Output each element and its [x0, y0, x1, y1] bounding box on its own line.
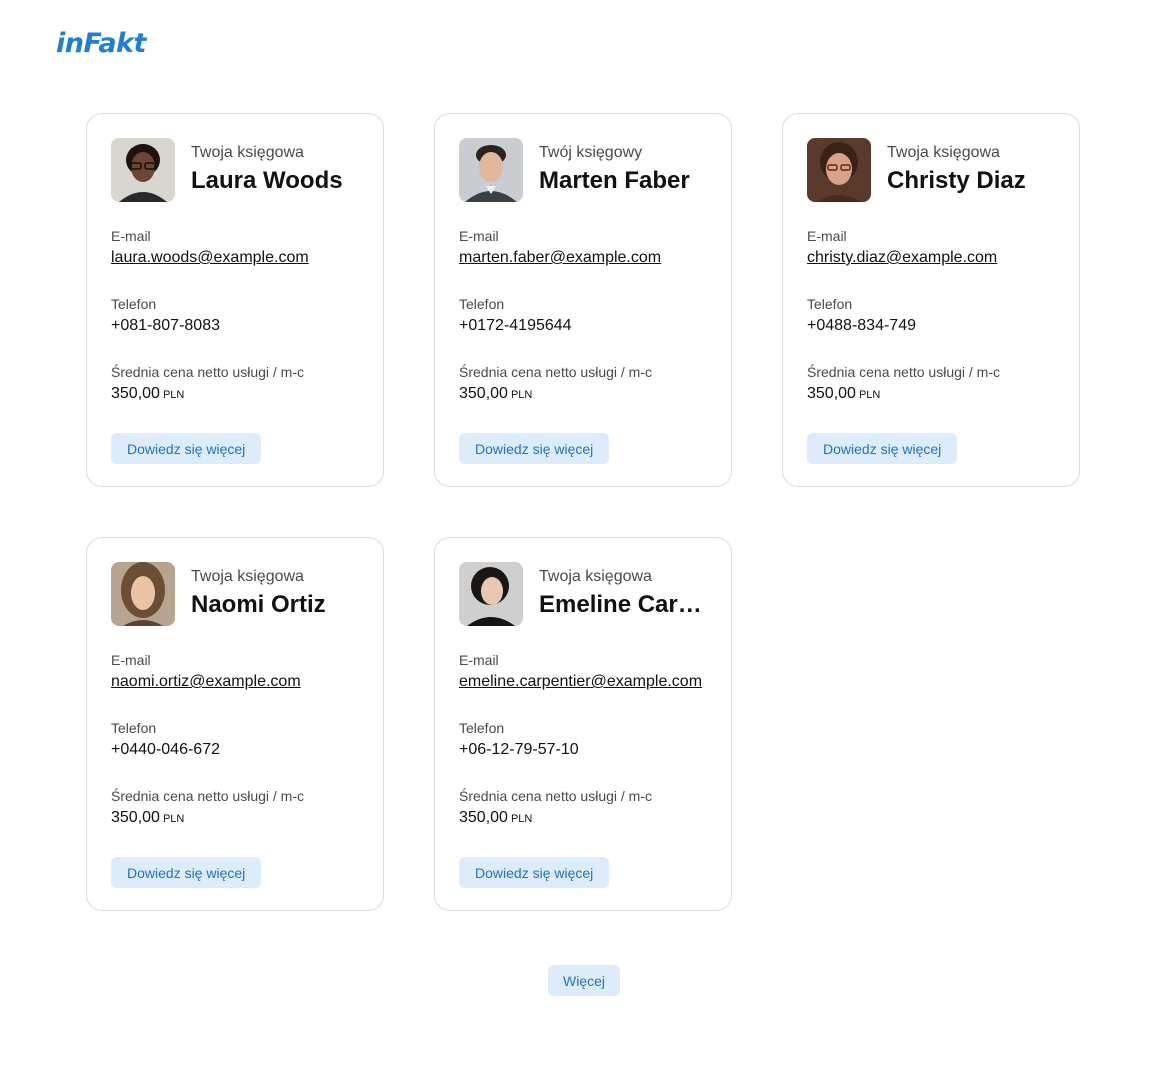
- learn-more-button[interactable]: Dowiedz się więcej: [111, 433, 262, 464]
- email-link[interactable]: christy.diaz@example.com: [807, 249, 997, 266]
- price-currency: PLN: [510, 813, 533, 825]
- phone-value: +0440-046-672: [111, 741, 220, 758]
- learn-more-button[interactable]: Dowiedz się więcej: [459, 857, 610, 888]
- price-label: Średnia cena netto usługi / m-c: [807, 364, 1000, 380]
- learn-more-button[interactable]: Dowiedz się więcej: [807, 433, 958, 464]
- accountant-name: Emeline Carpentier: [539, 591, 715, 618]
- email-label: E-mail: [459, 228, 499, 244]
- accountant-name: Laura Woods: [191, 167, 343, 194]
- accountant-name: Naomi Ortiz: [191, 591, 326, 618]
- price-label: Średnia cena netto usługi / m-c: [459, 364, 652, 380]
- accountant-name: Marten Faber: [539, 167, 690, 194]
- avatar: [111, 138, 175, 202]
- price-value: 350,00 PLN: [459, 809, 532, 827]
- phone-value: +06-12-79-57-10: [459, 741, 579, 758]
- learn-more-button[interactable]: Dowiedz się więcej: [111, 857, 262, 888]
- price-amount: 350,00: [459, 385, 508, 402]
- price-label: Średnia cena netto usługi / m-c: [459, 788, 652, 804]
- price-label: Średnia cena netto usługi / m-c: [111, 364, 304, 380]
- role-label: Twój księgowy: [539, 144, 643, 161]
- accountant-card: Twoja księgowa Naomi Ortiz E-mail naomi.…: [86, 537, 384, 911]
- email-link[interactable]: marten.faber@example.com: [459, 249, 661, 266]
- accountant-card: Twoja księgowa Laura Woods E-mail laura.…: [86, 113, 384, 487]
- infakt-logo[interactable]: inFakt: [56, 28, 146, 59]
- phone-label: Telefon: [459, 720, 505, 736]
- price-value: 350,00 PLN: [807, 385, 880, 403]
- phone-value: +0172-4195644: [459, 317, 572, 334]
- price-value: 350,00 PLN: [459, 385, 532, 403]
- learn-more-button[interactable]: Dowiedz się więcej: [459, 433, 610, 464]
- accountant-card: Twój księgowy Marten Faber E-mail marten…: [434, 113, 732, 487]
- phone-value: +0488-834-749: [807, 317, 916, 334]
- avatar: [111, 562, 175, 626]
- price-amount: 350,00: [111, 809, 160, 826]
- email-value: naomi.ortiz@example.com: [111, 673, 301, 691]
- avatar: [807, 138, 871, 202]
- more-button[interactable]: Więcej: [548, 965, 620, 996]
- role-label: Twoja księgowa: [191, 568, 304, 585]
- phone-label: Telefon: [111, 720, 157, 736]
- price-currency: PLN: [162, 389, 185, 401]
- email-value: christy.diaz@example.com: [807, 249, 997, 267]
- email-value: laura.woods@example.com: [111, 249, 309, 267]
- price-label: Średnia cena netto usługi / m-c: [111, 788, 304, 804]
- price-amount: 350,00: [807, 385, 856, 402]
- email-link[interactable]: laura.woods@example.com: [111, 249, 309, 266]
- phone-label: Telefon: [111, 296, 157, 312]
- role-label: Twoja księgowa: [191, 144, 304, 161]
- price-amount: 350,00: [111, 385, 160, 402]
- email-value: emeline.carpentier@example.com: [459, 673, 702, 691]
- price-currency: PLN: [858, 389, 881, 401]
- price-currency: PLN: [162, 813, 185, 825]
- email-value: marten.faber@example.com: [459, 249, 661, 267]
- email-label: E-mail: [111, 228, 151, 244]
- price-value: 350,00 PLN: [111, 809, 184, 827]
- price-currency: PLN: [510, 389, 533, 401]
- role-label: Twoja księgowa: [539, 568, 652, 585]
- email-label: E-mail: [111, 652, 151, 668]
- phone-label: Telefon: [807, 296, 853, 312]
- email-label: E-mail: [459, 652, 499, 668]
- accountant-card: Twoja księgowa Emeline Carpentier E-mail…: [434, 537, 732, 911]
- accountant-card: Twoja księgowa Christy Diaz E-mail chris…: [782, 113, 1080, 487]
- avatar: [459, 562, 523, 626]
- avatar: [459, 138, 523, 202]
- email-link[interactable]: emeline.carpentier@example.com: [459, 673, 702, 690]
- accountant-name: Christy Diaz: [887, 167, 1026, 194]
- price-value: 350,00 PLN: [111, 385, 184, 403]
- price-amount: 350,00: [459, 809, 508, 826]
- email-link[interactable]: naomi.ortiz@example.com: [111, 673, 301, 690]
- role-label: Twoja księgowa: [887, 144, 1000, 161]
- phone-label: Telefon: [459, 296, 505, 312]
- phone-value: +081-807-8083: [111, 317, 220, 334]
- email-label: E-mail: [807, 228, 847, 244]
